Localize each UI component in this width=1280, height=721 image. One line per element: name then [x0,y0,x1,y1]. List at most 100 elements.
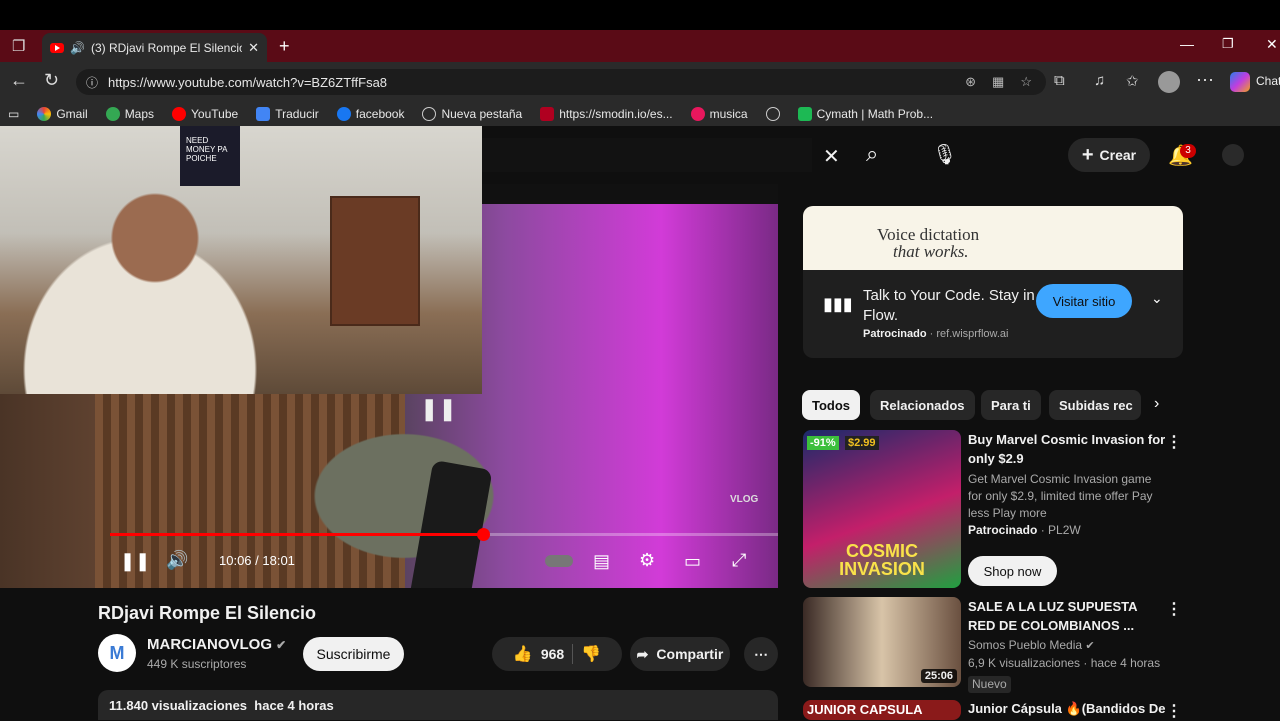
close-tab-icon[interactable]: ✕ [248,40,259,56]
more-options-icon[interactable]: ⋮ [1166,599,1182,619]
chip-subidas-recientes[interactable]: Subidas rec [1049,390,1141,420]
chevron-down-icon[interactable]: ⌄ [1151,290,1163,307]
ad-banner[interactable]: Voice dictation that works. [803,206,1183,270]
music-icon [690,107,705,121]
clear-search-icon[interactable]: ✕ [823,144,840,169]
url-text: https://www.youtube.com/watch?v=BZ6ZTffF… [108,74,388,90]
create-button[interactable]: + Crear [1068,138,1150,172]
subtitles-icon[interactable]: ▤ [593,551,610,572]
channel-name[interactable]: MARCIANOVLOG ✔ [147,636,286,653]
rec-channel[interactable]: Somos Pueblo Media ✔ [968,637,1095,655]
copilot-icon[interactable] [1230,72,1250,92]
pause-icon[interactable]: ❚❚ [120,551,150,572]
rec-title[interactable]: Buy Marvel Cosmic Invasion for only $2.9 [968,430,1168,468]
webcam-overlay: NEED MONEY PA POICHE [0,126,482,394]
maps-icon [105,107,120,121]
pause-overlay-icon[interactable]: ❚❚ [420,396,457,422]
volume-icon[interactable]: 🔊 [166,550,188,571]
like-dislike-group: 👍 968 👎 [492,637,622,671]
back-icon[interactable]: ← [10,70,28,91]
bookmark-gmail[interactable]: Gmail [37,107,88,121]
minimize-icon[interactable]: — [1180,36,1194,52]
visit-site-button[interactable]: Visitar sitio [1036,284,1132,318]
favorites-icon[interactable]: ✩ [1126,72,1139,90]
bookmark-smodin[interactable]: https://smodin.io/es... [540,107,673,121]
restore-icon[interactable]: ❐ [1222,36,1234,52]
bookmark-globe[interactable] [765,107,780,121]
ad-title: Talk to Your Code. Stay in Flow. [863,287,1035,324]
shop-now-button[interactable]: Shop now [968,556,1057,586]
notification-badge: 3 [1180,144,1196,158]
time-display: 10:06 / 18:01 [219,553,295,568]
new-tab-icon[interactable]: + [279,36,290,57]
dresser [330,196,420,326]
bookmark-youtube[interactable]: YouTube [172,107,238,121]
rec-title[interactable]: Junior Cápsula 🔥(Bandidos De [968,699,1168,718]
rec-thumbnail[interactable]: JUNIOR CAPSULA [803,700,961,720]
bookmark-musica[interactable]: musica [690,107,748,121]
sponsored-ad-card[interactable]: Voice dictation that works. ▮▮▮ Talk to … [803,206,1183,358]
verified-icon: ✔ [276,638,287,652]
microphone-icon[interactable]: 🎙 [932,142,957,167]
chip-todos[interactable]: Todos [802,390,861,420]
google-icon [37,107,52,121]
theater-mode-icon[interactable]: ▭ [684,551,701,572]
video-description-box[interactable]: 11.840 visualizaciones hace 4 horas [98,690,778,720]
speaker-icon[interactable]: 🔊 [70,41,85,55]
favorite-star-icon[interactable]: ☆ [1020,74,1032,90]
site-info-icon[interactable]: ⓘ [86,74,98,91]
profile-avatar[interactable] [1158,71,1180,93]
more-options-icon[interactable]: ⋮ [1166,701,1182,721]
refresh-icon[interactable]: ↻ [44,70,59,91]
fullscreen-icon[interactable]: ⤢ [732,550,746,571]
translate-icon[interactable]: ⊛ [965,74,976,90]
address-bar[interactable]: ⓘ https://www.youtube.com/watch?v=BZ6ZTf… [76,69,1046,95]
bookmark-cymath[interactable]: Cymath | Math Prob... [797,107,933,121]
bookmark-traducir[interactable]: Traducir [256,107,319,121]
account-avatar[interactable] [1222,144,1244,166]
settings-gear-icon[interactable]: ⚙ [639,550,655,571]
channel-avatar[interactable]: M [98,634,136,672]
share-icon: ➦ [636,645,649,662]
bookmark-maps[interactable]: Maps [105,107,154,121]
cymath-icon [797,107,812,121]
plus-icon: + [1081,143,1094,166]
rec-thumbnail[interactable]: 25:06 [803,597,961,687]
browser-tab-active[interactable]: 🔊 (3) RDjavi Rompe El Silencio ✕ [42,33,267,62]
subscriber-count: 449 K suscriptores [147,657,247,671]
chip-relacionados[interactable]: Relacionados [870,390,975,420]
copilot-label[interactable]: Chat [1256,74,1280,88]
rec-thumbnail[interactable]: -91% $2.99 COSMIC INVASION [803,430,961,588]
dislike-button[interactable]: 👎 [581,644,601,664]
rec-title[interactable]: SALE A LA LUZ SUPUESTA RED DE COLOMBIANO… [968,597,1168,635]
more-actions-button[interactable]: ⋯ [744,637,778,671]
chevron-right-icon[interactable]: › [1154,395,1159,413]
media-icon[interactable]: ♫ [1094,72,1105,89]
search-icon[interactable]: ⌕ [866,141,878,167]
bookmarks-menu-icon[interactable]: ▭ [8,107,19,121]
subscribe-button[interactable]: Suscribirme [303,637,404,671]
price-badge: $2.99 [845,436,879,450]
discount-badge: -91% [807,436,839,450]
search-input[interactable] [482,138,812,172]
bookmarks-bar: ▭ Gmail Maps YouTube Traducir facebook N… [0,102,1280,126]
divider [572,644,574,664]
thumbs-up-icon: 👍 [512,646,533,663]
share-button[interactable]: ➦ Compartir [630,637,730,671]
globe-icon [422,107,437,121]
tab-actions-icon[interactable]: ❐ [12,37,25,55]
rec-description: Get Marvel Cosmic Invasion game for only… [968,472,1153,520]
more-options-icon[interactable]: ⋮ [1166,432,1182,452]
autoplay-toggle[interactable] [545,555,573,567]
like-button[interactable]: 👍 968 [513,644,564,664]
close-window-icon[interactable]: ✕ [1266,36,1278,53]
thumb-caption: JUNIOR CAPSULA [807,702,923,717]
verified-icon: ✔ [1085,640,1095,652]
chip-para-ti[interactable]: Para ti [981,390,1041,420]
bookmark-nueva-pestana[interactable]: Nueva pestaña [422,107,522,121]
reader-icon[interactable]: ▦ [992,74,1004,90]
audio-wave-icon: ▮▮▮ [823,294,853,314]
extensions-icon[interactable]: ⧉ [1054,72,1065,89]
bookmark-facebook[interactable]: facebook [336,107,404,121]
settings-more-icon[interactable]: ⋯ [1196,70,1214,91]
